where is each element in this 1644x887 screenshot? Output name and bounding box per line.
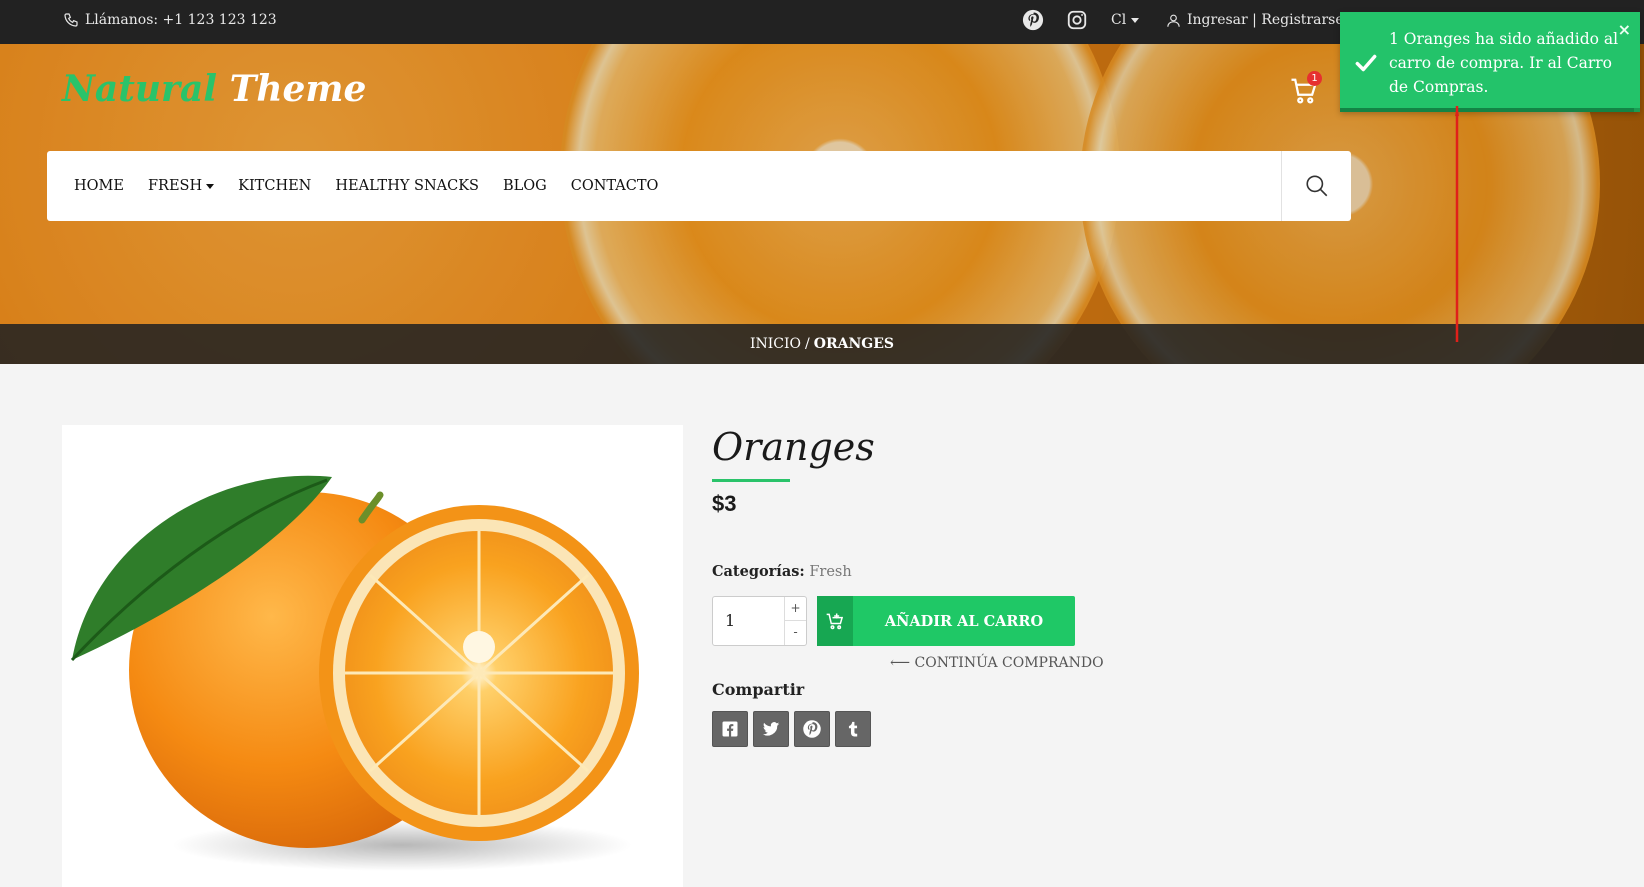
quantity-input[interactable]: 1	[725, 611, 735, 630]
nav-item-contacto[interactable]: CONTACTO	[571, 178, 659, 194]
account-text[interactable]: Ingresar | Registrarse	[1187, 12, 1344, 28]
nav-item-fresh[interactable]: FRESH	[147, 178, 215, 194]
logo-part-1: Natural	[62, 68, 218, 110]
breadcrumb-separator: /	[805, 336, 810, 352]
breadcrumb: INICIO / ORANGES	[0, 324, 1644, 364]
categories-value[interactable]: Fresh	[809, 564, 851, 580]
nav-item-healthy-snacks[interactable]: HEALTHY SNACKS	[335, 178, 479, 194]
share-tumblr-button[interactable]	[835, 711, 871, 747]
nav-menu: HOME FRESH KITCHEN HEALTHY SNACKS BLOG C…	[47, 151, 658, 221]
orange-illustration	[70, 475, 639, 871]
pinterest-share-icon	[803, 720, 821, 738]
toast-notification[interactable]: 1 Oranges ha sido añadido al carro de co…	[1340, 12, 1640, 112]
currency-selector[interactable]: Cl	[1111, 12, 1140, 28]
quantity-buttons: + -	[784, 597, 806, 645]
cart-button[interactable]: 1	[1289, 71, 1323, 110]
quantity-stepper[interactable]: 1 + -	[712, 596, 807, 646]
tumblr-icon	[848, 721, 858, 737]
close-icon[interactable]: ×	[1618, 20, 1631, 39]
share-buttons	[712, 711, 871, 747]
phone-icon	[64, 13, 78, 27]
quantity-decrease-button[interactable]: -	[785, 621, 806, 645]
account-links[interactable]: Ingresar | Registrarse	[1166, 12, 1344, 28]
nav-item-label: FRESH	[147, 178, 203, 194]
search-icon	[1305, 175, 1327, 197]
main-navbar: HOME FRESH KITCHEN HEALTHY SNACKS BLOG C…	[47, 151, 1351, 221]
nav-item-label: HOME	[74, 178, 124, 194]
share-title: Compartir	[712, 680, 805, 699]
toast-message[interactable]: 1 Oranges ha sido añadido al carro de co…	[1389, 27, 1621, 99]
social-links	[1022, 9, 1088, 31]
add-to-cart-label: AÑADIR AL CARRO	[884, 612, 1044, 630]
user-icon	[1167, 14, 1180, 27]
nav-item-blog[interactable]: BLOG	[503, 178, 547, 194]
instagram-icon[interactable]	[1066, 9, 1088, 31]
pinterest-icon[interactable]	[1022, 9, 1044, 31]
product-categories: Categorías: Fresh	[712, 563, 852, 580]
search-button[interactable]	[1281, 151, 1351, 221]
annotation-arrow	[1455, 106, 1459, 342]
add-cart-icon-box	[817, 596, 853, 646]
product-title: Oranges	[712, 425, 875, 469]
title-underline	[712, 479, 790, 482]
share-facebook-button[interactable]	[712, 711, 748, 747]
chevron-down-icon	[206, 183, 215, 189]
nav-item-home[interactable]: HOME	[74, 178, 124, 194]
check-icon	[1355, 54, 1377, 72]
categories-label: Categorías:	[712, 563, 805, 580]
nav-item-label: KITCHEN	[238, 178, 312, 194]
chevron-down-icon	[1131, 17, 1140, 23]
product-image[interactable]	[62, 425, 683, 887]
breadcrumb-home[interactable]: INICIO	[750, 336, 801, 352]
phone-text: Llámanos: +1 123 123 123	[85, 12, 277, 28]
nav-item-kitchen[interactable]: KITCHEN	[238, 178, 311, 194]
cart-count-badge: 1	[1307, 71, 1322, 86]
share-pinterest-button[interactable]	[794, 711, 830, 747]
nav-item-label: HEALTHY SNACKS	[335, 178, 479, 194]
add-cart-icon	[826, 613, 844, 630]
site-logo[interactable]: Natural Theme	[62, 68, 366, 110]
quantity-increase-button[interactable]: +	[785, 597, 806, 621]
currency-label: Cl	[1111, 12, 1127, 28]
product-price: $3	[712, 491, 737, 516]
nav-item-label: BLOG	[502, 178, 547, 194]
logo-part-2: Theme	[229, 68, 367, 110]
add-to-cart-button[interactable]: AÑADIR AL CARRO	[817, 596, 1075, 646]
toast-progress-fill	[1340, 108, 1634, 112]
facebook-icon	[722, 721, 738, 737]
continue-shopping-link[interactable]: ⟵ CONTINÚA COMPRANDO	[890, 655, 1104, 671]
toast-progress	[1340, 108, 1640, 112]
breadcrumb-current: ORANGES	[813, 336, 894, 352]
share-twitter-button[interactable]	[753, 711, 789, 747]
phone-contact[interactable]: Llámanos: +1 123 123 123	[63, 12, 277, 28]
nav-item-label: CONTACTO	[570, 178, 659, 194]
twitter-icon	[762, 722, 780, 736]
